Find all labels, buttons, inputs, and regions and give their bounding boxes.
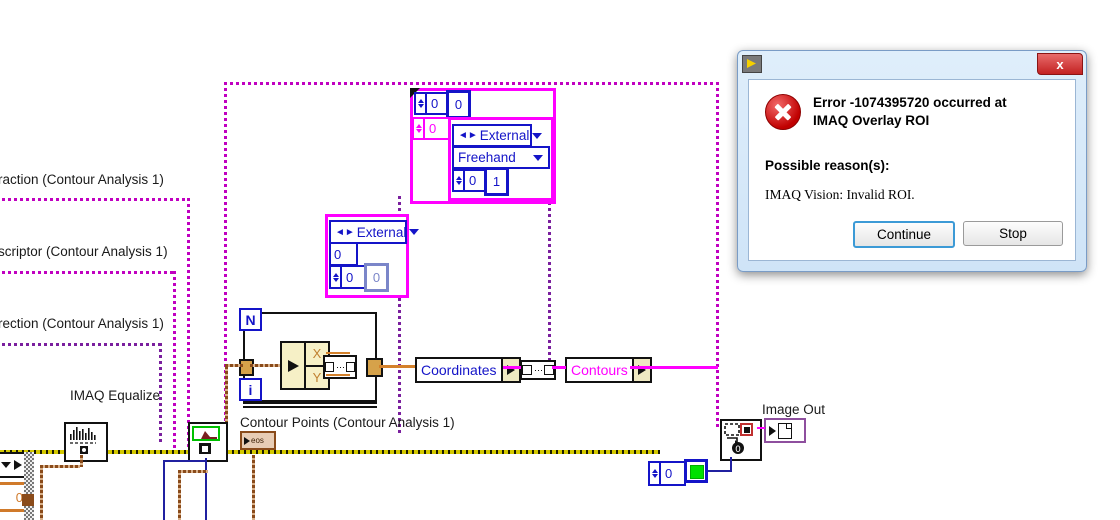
chevron-down-icon[interactable] (1, 462, 11, 468)
terminal-arrow-icon (244, 436, 250, 445)
error-message-text: Error -1074395720 occurred at IMAQ Overl… (813, 95, 1007, 129)
cluster-top-numeric-2[interactable]: 0 (446, 90, 471, 119)
error-cluster-label: eos (251, 436, 264, 445)
dialog-title-bar[interactable]: x (738, 51, 1086, 77)
label-contour-descriptor: scriptor (Contour Analysis 1) (0, 244, 168, 259)
blue-wire-equalize-down (205, 458, 207, 520)
orange-wire-y-to-array (326, 374, 350, 376)
boolean-true-indicator (690, 465, 704, 479)
loop-input-tunnel[interactable] (239, 359, 254, 376)
gray-scrollbar-strip[interactable] (24, 452, 34, 520)
dialog-body: Error -1074395720 occurred at IMAQ Overl… (748, 79, 1076, 261)
orange-wire-right-col (178, 470, 181, 520)
terminal-contours[interactable]: Contours (565, 357, 652, 383)
spinner-icon[interactable] (454, 171, 465, 190)
overlay-offset-constant[interactable]: 0 (648, 461, 686, 486)
close-button[interactable]: x (1037, 53, 1083, 75)
orange-wire-into-unbundle (250, 364, 280, 367)
left-right-arrow-icon: ◄► (335, 226, 355, 238)
unbundle-arrow-icon (282, 343, 304, 388)
terminal-arrow-icon (500, 359, 519, 381)
terminal-arrow-icon (631, 359, 650, 381)
chevron-down-icon[interactable] (533, 154, 543, 161)
possible-reasons-heading: Possible reason(s): (765, 158, 890, 174)
dropdown-control-cutoff[interactable] (0, 452, 26, 478)
error-dialog[interactable]: x Error -1074395720 occurred at IMAQ Ove… (737, 50, 1087, 272)
wire-junction-square (22, 494, 34, 506)
cluster-mid-numeric-3[interactable]: 0 (364, 263, 389, 292)
dots-icon: ⋯ (336, 361, 345, 372)
labview-vi-icon (742, 55, 762, 73)
orange-wire-to-loop (225, 364, 243, 367)
label-contour-points: Contour Points (Contour Analysis 1) (240, 415, 455, 430)
array-square-icon (325, 362, 334, 372)
label-contour-extraction: raction (Contour Analysis 1) (0, 172, 164, 187)
blue-wire-left-run (163, 460, 207, 462)
orange-wire-equalize-down (252, 455, 255, 520)
equalize-icon (192, 426, 220, 454)
terminal-image-out[interactable] (764, 418, 806, 443)
cluster-top-numeric-5[interactable]: 1 (484, 167, 509, 196)
imaq-histogram-vi[interactable] (64, 422, 108, 462)
cluster-mid-numeric-2[interactable]: 0 (329, 265, 367, 289)
orange-wire-x-to-array (326, 352, 350, 354)
orange-wire-right-run (178, 470, 208, 473)
orange-wire-lower-2 (40, 465, 80, 468)
array-convert-node[interactable]: ⋯ (520, 360, 556, 380)
array-square-icon (346, 362, 355, 372)
enum-roi-freehand[interactable]: Freehand (452, 146, 550, 169)
blue-wire-bool-to-overlay (708, 470, 730, 472)
purple-wire-vertical-2 (548, 196, 551, 376)
error-x-icon (765, 94, 801, 130)
magenta-wire-contours-out (630, 366, 718, 369)
label-imaq-equalize: IMAQ Equalize (70, 388, 161, 403)
left-right-arrow-icon: ◄► (458, 130, 478, 141)
blue-wire-vertical-overlay (730, 457, 732, 472)
continue-button[interactable]: Continue (853, 221, 955, 248)
terminal-arrow-icon (769, 425, 776, 436)
stop-button[interactable]: Stop (963, 221, 1063, 246)
dialog-button-row: Continue Stop (853, 221, 1063, 248)
spinner-icon[interactable] (650, 463, 661, 484)
spinner-icon[interactable] (414, 119, 425, 138)
enum-roi-external-mid[interactable]: ◄► External (329, 220, 420, 244)
orange-wire-tunnel-out (379, 365, 415, 368)
enum-roi-external-top[interactable]: ◄► External (452, 124, 543, 147)
image-page-icon (778, 422, 792, 439)
magenta-wire-right-drop (716, 82, 719, 430)
orange-wire-lower-1 (40, 465, 43, 520)
cluster-mid-numeric-1[interactable]: 0 (329, 242, 358, 266)
possible-reasons-text: IMAQ Vision: Invalid ROI. (765, 187, 915, 203)
histogram-icon (70, 427, 96, 454)
imaq-overlay-roi-vi[interactable]: 0 (720, 419, 762, 461)
orange-wire-lower-3 (80, 455, 83, 467)
array-square-icon (522, 365, 532, 375)
spinner-icon[interactable] (416, 94, 427, 113)
spinner-icon[interactable] (331, 267, 342, 287)
loop-count-terminal[interactable]: N (239, 308, 262, 331)
chevron-down-icon[interactable] (532, 132, 543, 139)
terminal-coordinates[interactable]: Coordinates (415, 357, 521, 383)
imaq-equalize-vi[interactable] (188, 422, 228, 462)
svg-text:0: 0 (735, 445, 741, 455)
cluster-top-numeric-3[interactable]: 0 (412, 117, 452, 140)
label-contour-direction: rection (Contour Analysis 1) (0, 316, 164, 331)
overlay-boolean-constant[interactable] (684, 459, 708, 483)
dots-icon: ⋯ (534, 364, 543, 375)
blue-wire-left-vertical (163, 460, 165, 520)
terminal-arrow-icon (14, 460, 22, 470)
error-row: Error -1074395720 occurred at IMAQ Overl… (765, 94, 1059, 130)
chevron-down-icon[interactable] (409, 229, 420, 235)
magenta-wire-coord-to-conv (503, 366, 521, 369)
terminal-contour-points-error[interactable]: eos (240, 431, 276, 450)
loop-iteration-terminal[interactable]: i (239, 378, 262, 401)
magenta-wire-conv-to-contours (552, 366, 566, 369)
label-image-out: Image Out (762, 402, 826, 417)
magenta-wire-to-image-out (757, 427, 765, 429)
overlay-roi-icon: 0 (724, 423, 753, 455)
